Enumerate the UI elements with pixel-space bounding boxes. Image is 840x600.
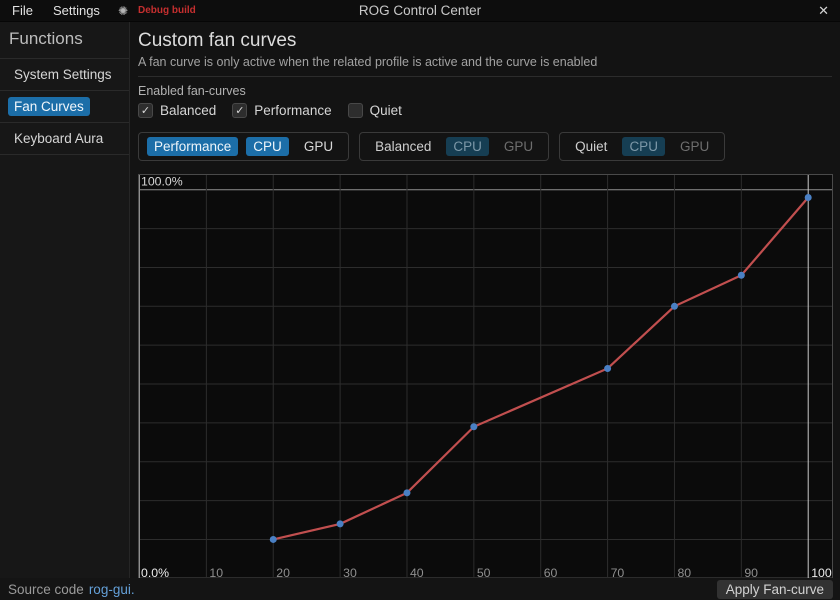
checkbox-balanced[interactable]: ✓ Balanced [138,103,216,118]
debug-build-badge: Debug build [138,5,196,16]
main-panel: Custom fan curves A fan curve is only ac… [131,22,840,578]
page-title: Custom fan curves [138,30,840,52]
enabled-checkbox-row: ✓ Balanced ✓ Performance Quiet [138,103,840,118]
fan-curve-point[interactable] [470,423,477,430]
page-subtitle: A fan curve is only active when the rela… [138,55,840,69]
fan-curve-point[interactable] [337,520,344,527]
sidebar-item-system-settings[interactable]: System Settings [0,59,129,90]
titlebar: File Settings ✺ Debug build ROG Control … [0,0,840,22]
sidebar-item-label: Keyboard Aura [8,129,109,148]
source-code-link[interactable]: rog-gui. [89,582,135,597]
sidebar-heading: Functions [0,22,129,58]
fan-curve-point[interactable] [738,272,745,279]
tab-quiet-gpu[interactable]: GPU [673,137,716,156]
theme-sun-icon[interactable]: ✺ [118,4,128,18]
checkbox-performance[interactable]: ✓ Performance [232,103,331,118]
sidebar: Functions System Settings Fan Curves Key… [0,22,130,578]
fan-curve-point[interactable] [671,303,678,310]
profile-group-balanced: Balanced CPU GPU [359,132,549,161]
enabled-fan-curves-label: Enabled fan-curves [138,84,840,98]
source-code-label: Source code [8,582,84,597]
tab-performance[interactable]: Performance [147,137,238,156]
tab-balanced[interactable]: Balanced [368,137,438,156]
profile-group-performance: Performance CPU GPU [138,132,349,161]
sidebar-item-label: System Settings [8,65,118,84]
tab-quiet-cpu[interactable]: CPU [622,137,665,156]
checkbox-empty-icon [348,103,363,118]
fan-curve-chart[interactable]: 1020304050607080901000.0%100.0% [138,174,833,582]
menu-settings[interactable]: Settings [43,1,110,20]
menu-file[interactable]: File [2,1,43,20]
profile-group-quiet: Quiet CPU GPU [559,132,725,161]
sidebar-item-fan-curves[interactable]: Fan Curves [0,91,129,122]
checkbox-quiet[interactable]: Quiet [348,103,402,118]
fan-curve-plot[interactable]: 1020304050607080901000.0%100.0% [138,174,833,582]
fan-curve-point[interactable] [805,194,812,201]
tab-quiet[interactable]: Quiet [568,137,614,156]
checkbox-check-icon: ✓ [138,103,153,118]
sidebar-item-label: Fan Curves [8,97,90,116]
sidebar-item-keyboard-aura[interactable]: Keyboard Aura [0,123,129,154]
footer: Source code rog-gui. Apply Fan-curve [0,578,840,600]
y-axis-max-label: 100.0% [141,175,183,189]
tab-balanced-cpu[interactable]: CPU [446,137,489,156]
apply-fan-curve-button[interactable]: Apply Fan-curve [717,580,833,599]
fan-curve-point[interactable] [270,536,277,543]
tab-balanced-gpu[interactable]: GPU [497,137,540,156]
tab-performance-cpu[interactable]: CPU [246,137,289,156]
profile-tab-row: Performance CPU GPU Balanced CPU GPU Qui… [138,132,840,161]
checkbox-check-icon: ✓ [232,103,247,118]
separator [138,76,832,77]
fan-curve-point[interactable] [403,489,410,496]
separator [0,154,129,155]
fan-curve-point[interactable] [604,365,611,372]
close-icon[interactable]: ✕ [807,3,840,19]
tab-performance-gpu[interactable]: GPU [297,137,340,156]
